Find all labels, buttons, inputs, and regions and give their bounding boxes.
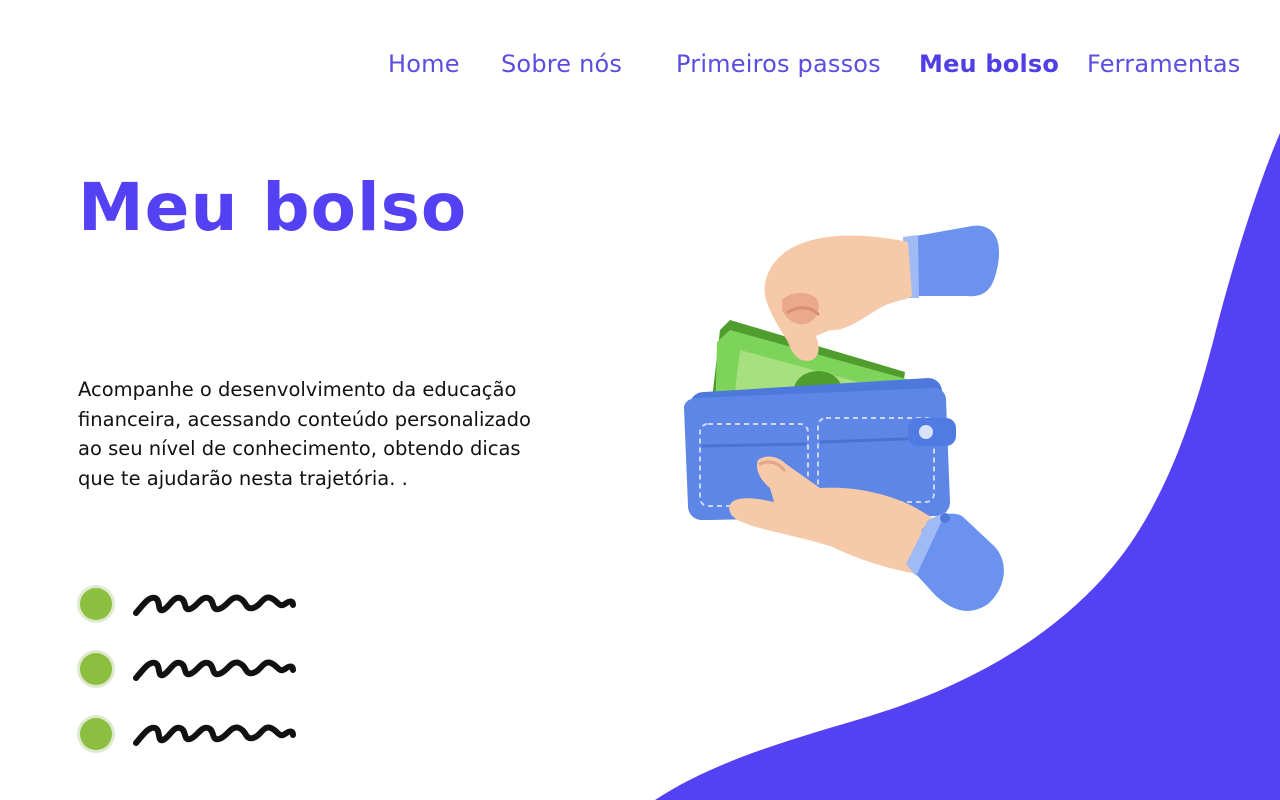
page-description: Acompanhe o desenvolvimento da educação … xyxy=(78,378,531,490)
nav-tools[interactable]: Ferramentas xyxy=(1087,48,1240,80)
list-item xyxy=(78,716,318,756)
top-nav: Home Sobre nós Primeiros passos Meu bols… xyxy=(0,0,1280,110)
top-sleeve-icon xyxy=(903,225,1000,298)
nav-first-steps[interactable]: Primeiros passos xyxy=(676,48,881,80)
nav-meu-bolso[interactable]: Meu bolso xyxy=(919,48,1059,80)
page-title: Meu bolso xyxy=(78,169,468,246)
nav-about[interactable]: Sobre nós xyxy=(501,48,622,80)
squiggle-placeholder-icon xyxy=(133,724,296,746)
squiggle-placeholder-icon xyxy=(133,659,296,681)
squiggle-placeholder-icon xyxy=(133,594,296,616)
nav-home[interactable]: Home xyxy=(388,48,460,80)
green-dot-icon xyxy=(80,588,112,620)
list-item xyxy=(78,651,318,691)
hand-wallet-money-icon xyxy=(684,225,1004,611)
list-item xyxy=(78,586,318,626)
green-dot-icon xyxy=(80,718,112,750)
page: Home Sobre nós Primeiros passos Meu bols… xyxy=(0,0,1280,800)
green-dot-icon xyxy=(80,653,112,685)
